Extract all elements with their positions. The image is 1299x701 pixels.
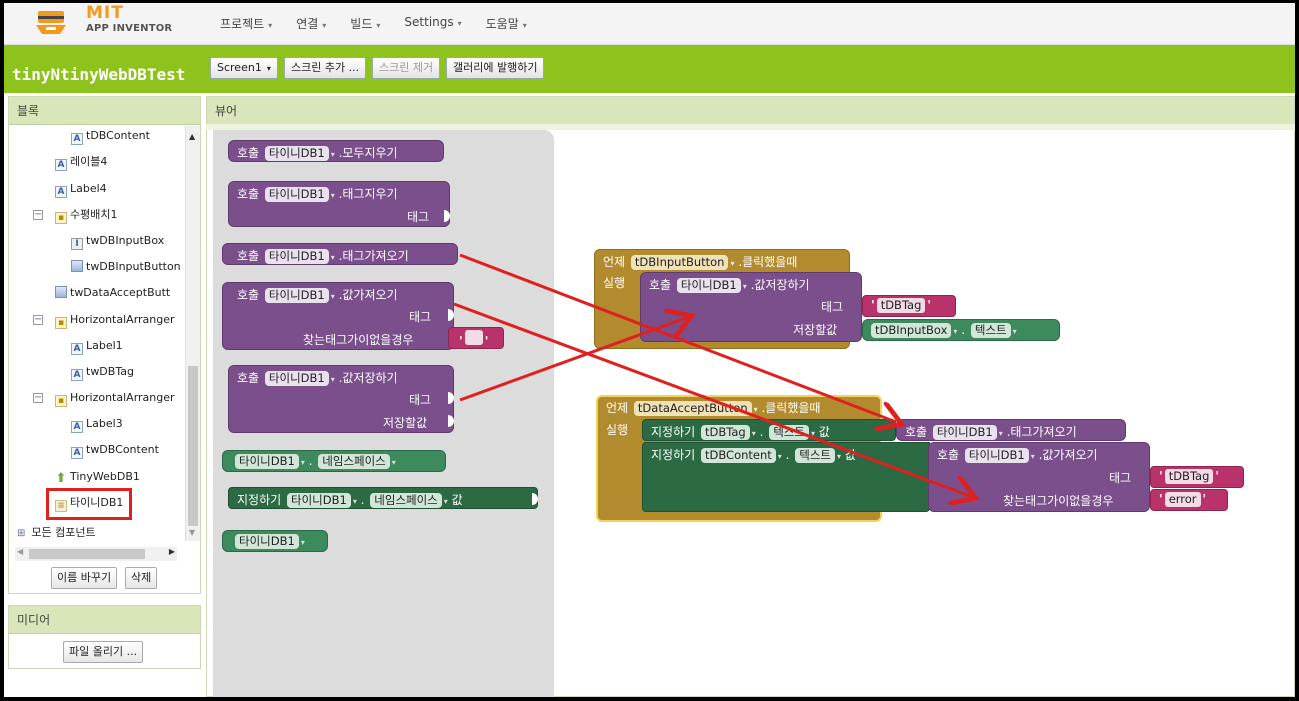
scroll-up-icon[interactable]: ▲ [189,132,195,141]
add-screen-button[interactable]: 스크린 추가 ... [284,57,367,79]
tree-item[interactable]: AtwDBContent [71,440,159,460]
button-icon [55,286,67,298]
tree-item[interactable]: ▪ 수평배치1 [55,205,117,225]
scroll-right-icon[interactable]: ▶ [169,547,175,556]
media-panel-title: 미디어 [9,606,200,634]
block-empty-text[interactable]: ' ' [448,327,504,349]
text-block-tdbtag-2[interactable]: ' tDBTag ' [1150,466,1244,488]
screen-select-button[interactable]: Screen1 ▾ [210,57,278,79]
tree-item[interactable]: AtDBContent [71,126,150,146]
viewer-title: 뷰어 [207,97,1294,125]
top-navigation: MIT APP INVENTOR 프로젝트 ▾ 연결 ▾ 빌드 ▾ Settings ▾… [4,3,1295,45]
block-namespace-getter[interactable]: 타이니DB1 ▾ . 네임스페이스 ▾ [222,450,446,472]
tree-item[interactable]: ItwDBInputBox [71,231,164,251]
tree-item[interactable]: ▪ HorizontalArranger [55,310,175,330]
block-clear-tag[interactable]: 호출 타이니DB1 ▾ .태그지우기 태그 [228,181,450,227]
arrangement-icon: ▪ [55,212,67,224]
tree-item[interactable]: ▪ HorizontalArranger [55,388,175,408]
selection-highlight-box [46,488,132,520]
chevron-down-icon: ▾ [457,19,462,28]
collapse-toggle-icon[interactable]: − [33,210,43,220]
tree-item[interactable]: A 레이블4 [55,152,107,172]
label-icon: A [71,343,83,355]
scroll-left-icon[interactable]: ◀ [17,547,23,556]
main-menu: 프로젝트 ▾ 연결 ▾ 빌드 ▾ Settings ▾ 도움말 ▾ [220,15,551,32]
setter-block-tdbcontent-text[interactable]: 지정하기 tDBContent ▾ . 텍스트 ▾ 값 [642,442,930,512]
chevron-down-icon: ▾ [322,21,327,30]
scrollbar-thumb[interactable] [188,366,198,526]
tinywebdb-icon: ⬆ [55,471,67,486]
block-get-tags[interactable]: 호출 타이니DB1 ▾ .태그가져오기 [222,243,458,265]
label-icon: A [71,133,83,145]
expand-toggle-icon[interactable]: ⊞ [17,528,25,539]
blocks-panel-title: 블록 [9,97,200,125]
menu-help[interactable]: 도움말 ▾ [486,15,527,32]
bee-logo-icon [36,11,66,34]
tree-item[interactable]: twDBInputButton [71,257,181,277]
block-get-value[interactable]: 호출 타이니DB1 ▾ .값가져오기 태그 찾는태그가이없을경우 [222,282,454,350]
chevron-down-icon: ▾ [376,21,381,30]
logo-subtitle: APP INVENTOR [86,23,173,34]
arrangement-icon: ▪ [55,395,67,407]
scroll-down-icon[interactable]: ▼ [189,528,195,537]
project-title: tinyNtinyWebDBTest [12,65,186,84]
textbox-icon: I [71,238,83,250]
upload-file-button[interactable]: 파일 올리기 ... [63,641,144,663]
tree-item[interactable]: AtwDBTag [71,362,134,382]
arrangement-icon: ▪ [55,317,67,329]
tree-item[interactable]: ⬆ TinyWebDB1 [55,467,140,487]
collapse-toggle-icon[interactable]: − [33,393,43,403]
menu-connect[interactable]: 연결 ▾ [296,15,326,32]
chevron-down-icon: ▾ [268,21,273,30]
component-tree: AtDBContent A 레이블4 A Label4 − ▪ 수평배치1 ItwDB… [9,126,185,531]
menu-build[interactable]: 빌드 ▾ [350,15,380,32]
app-inventor-logo[interactable]: MIT APP INVENTOR [30,3,190,45]
rename-button[interactable]: 이름 바꾸기 [51,567,118,589]
scrollbar-thumb[interactable] [29,549,145,559]
menu-project[interactable]: 프로젝트 ▾ [220,15,272,32]
block-namespace-setter[interactable]: 지정하기 타이니DB1 ▾ . 네임스페이스 ▾ 값 [228,487,538,509]
tree-item[interactable]: A Label3 [71,414,123,434]
tree-horizontal-scrollbar[interactable]: ◀ ▶ [15,547,177,561]
label-icon: A [71,369,83,381]
call-get-tags-block[interactable]: 호출 타이니DB1 ▾ .태그가져오기 [896,419,1126,441]
call-store-value-block[interactable]: 호출 타이니DB1 ▾ .값저장하기 태그 저장할값 [640,272,862,342]
tree-vertical-scrollbar[interactable]: ▲ ▼ [185,126,200,541]
block-component-ref[interactable]: 타이니DB1 ▾ [222,530,328,552]
project-toolbar: tinyNtinyWebDBTest Screen1 ▾ 스크린 추가 ... 스… [4,45,1295,93]
text-block-error[interactable]: ' error ' [1150,489,1228,511]
chevron-down-icon: ▾ [266,64,271,73]
media-panel: 미디어 파일 올리기 ... [8,605,201,669]
tree-item[interactable]: A Label1 [71,336,123,356]
menu-settings[interactable]: Settings ▾ [404,15,461,32]
button-icon [71,260,83,272]
chevron-down-icon: ▾ [522,21,527,30]
block-store-value[interactable]: 호출 타이니DB1 ▾ .값저장하기 태그 저장할값 [228,365,454,433]
getter-block-input-text[interactable]: tDBInputBox ▾ . 텍스트 ▾ [862,319,1060,341]
tree-item[interactable]: twDataAcceptButt [55,283,170,303]
logo-mit-text: MIT [86,3,124,23]
remove-screen-button[interactable]: 스크린 제거 [372,57,441,79]
setter-block-tdbtag-text[interactable]: 지정하기 tDBTag ▾ . 텍스트 ▾ 값 [642,419,896,441]
label-icon: A [71,421,83,433]
block-clear-all[interactable]: 호출 타이니DB1 ▾ .모두지우기 [228,140,444,162]
tree-item[interactable]: A Label4 [55,179,107,199]
collapse-toggle-icon[interactable]: − [33,315,43,325]
label-icon: A [55,186,67,198]
delete-button[interactable]: 삭제 [125,567,158,589]
label-icon: A [71,447,83,459]
publish-gallery-button[interactable]: 갤러리에 발행하기 [446,57,545,79]
call-get-value-block[interactable]: 호출 타이니DB1 ▾ .값가져오기 태그 찾는태그가이없을경우 [928,442,1150,512]
label-icon: A [55,159,67,171]
all-components-item[interactable]: ⊞ 모든 컴포넌트 [17,523,96,543]
text-block-tdbtag[interactable]: ' tDBTag ' [862,295,956,317]
